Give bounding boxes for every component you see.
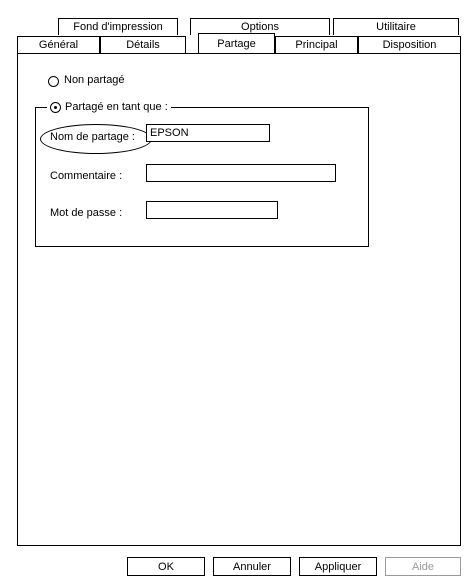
tab-disposition[interactable]: Disposition — [358, 36, 461, 53]
apply-button-label: Appliquer — [314, 560, 362, 573]
comment-input[interactable] — [146, 164, 336, 182]
not-shared-radio[interactable] — [48, 76, 59, 87]
tab-general[interactable]: Général — [17, 36, 100, 53]
radio-selected-dot — [54, 105, 57, 109]
apply-button[interactable]: Appliquer — [299, 557, 377, 576]
cancel-button-label: Annuler — [233, 560, 271, 573]
tab-fond-impression[interactable]: Fond d'impression — [58, 18, 178, 35]
tab-label: Fond d'impression — [73, 21, 163, 33]
password-input[interactable] — [146, 201, 278, 219]
printer-properties-dialog: Fond d'impression Options Utilitaire Gén… — [8, 4, 462, 578]
tab-details[interactable]: Détails — [100, 36, 186, 53]
help-button[interactable]: Aide — [385, 557, 461, 576]
ok-button-label: OK — [158, 560, 174, 573]
shared-as-radio[interactable] — [50, 101, 61, 113]
help-button-label: Aide — [411, 560, 435, 573]
tab-label: Détails — [126, 39, 160, 51]
shared-as-title: Partagé en tant que : — [47, 101, 171, 113]
tab-principal[interactable]: Principal — [275, 36, 358, 53]
shared-as-label[interactable]: Partagé en tant que : — [65, 101, 168, 113]
tab-label: Principal — [295, 39, 338, 51]
tab-label: Utilitaire — [376, 21, 416, 33]
password-label: Mot de passe : — [50, 207, 123, 219]
tab-label: Partage — [217, 37, 256, 50]
tab-label: Options — [241, 21, 279, 33]
not-shared-label[interactable]: Non partagé — [64, 74, 125, 86]
share-name-input[interactable]: EPSON — [146, 124, 270, 142]
ok-button[interactable]: OK — [127, 557, 205, 576]
tab-label: Disposition — [382, 39, 437, 51]
tab-label: Général — [38, 39, 79, 51]
share-name-label: Nom de partage : — [50, 131, 135, 143]
comment-label: Commentaire : — [50, 170, 123, 182]
cancel-button[interactable]: Annuler — [213, 557, 291, 576]
tab-utilitaire[interactable]: Utilitaire — [333, 18, 459, 35]
tab-partage[interactable]: Partage — [198, 33, 275, 53]
